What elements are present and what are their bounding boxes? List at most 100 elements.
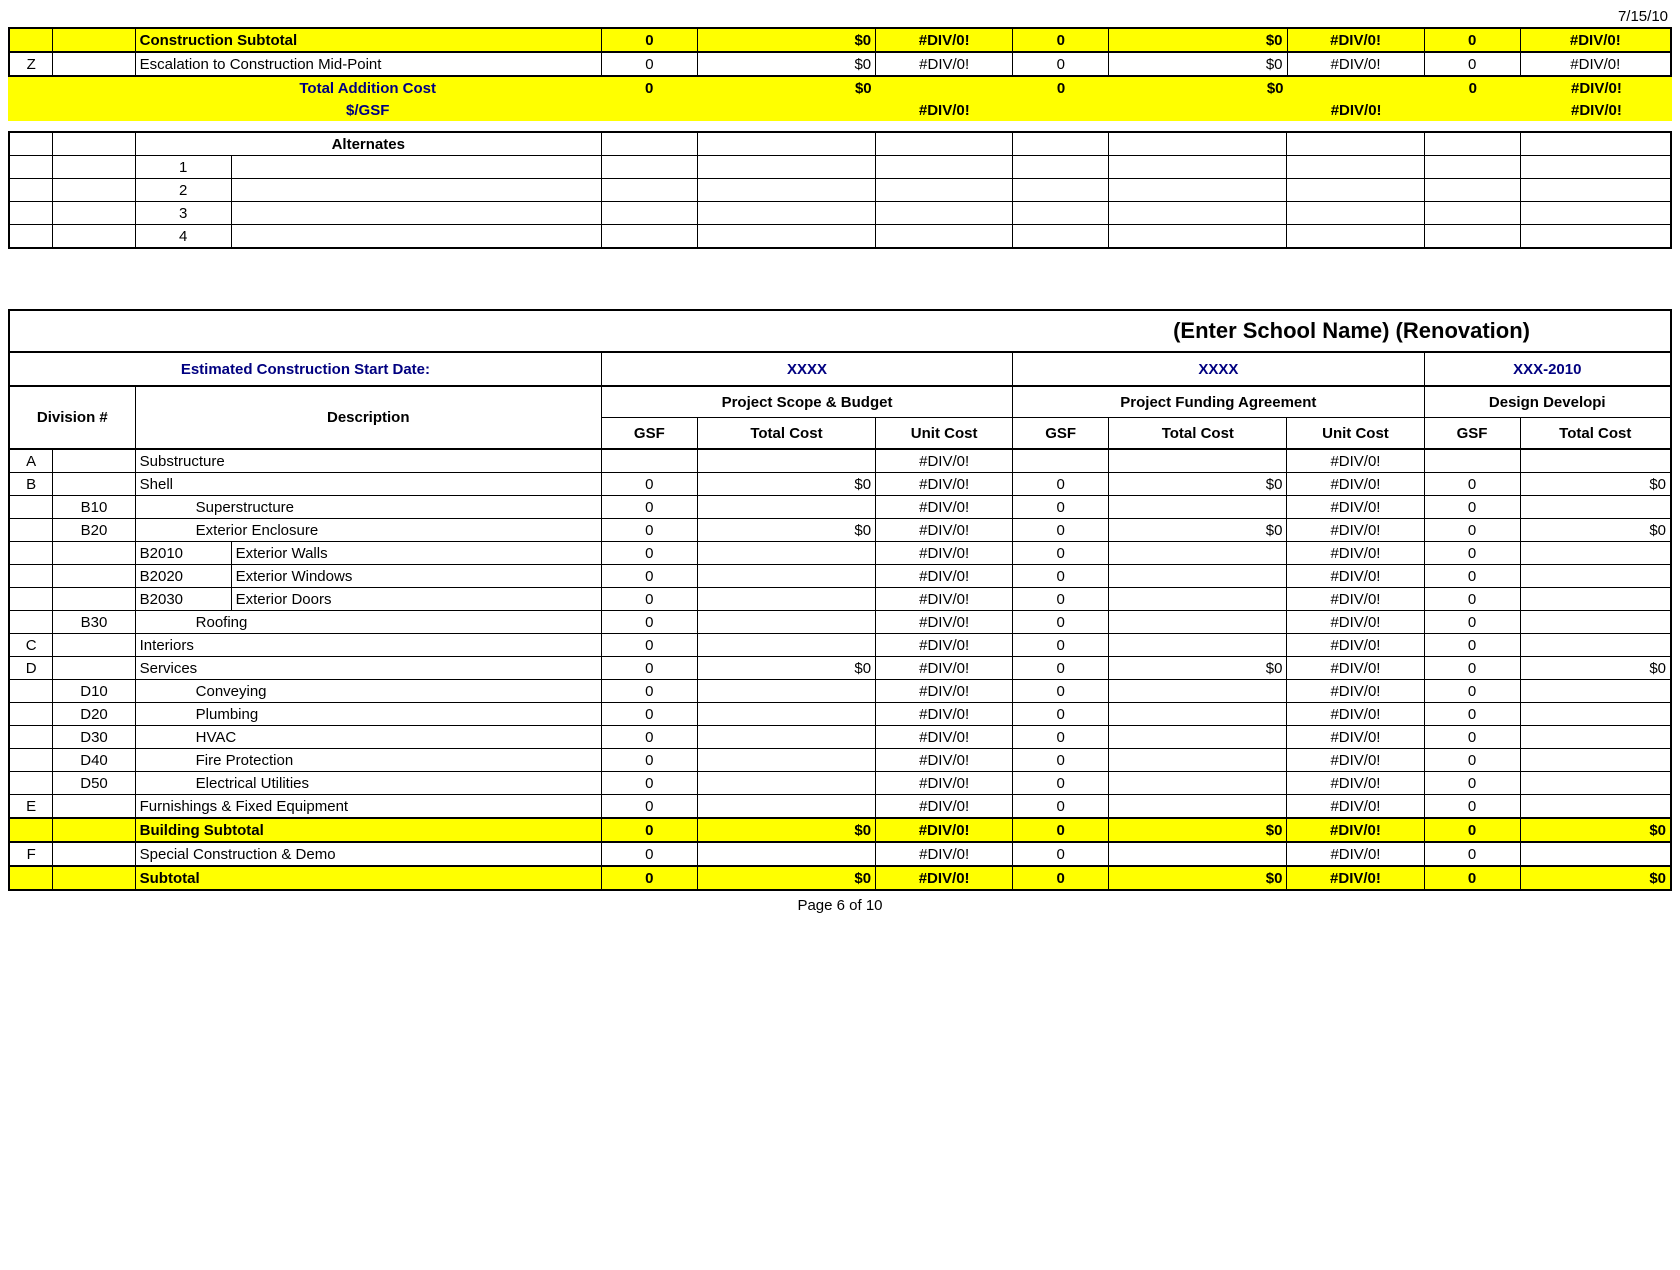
alternate-row: 1	[9, 156, 1671, 179]
st-7: $0	[1520, 866, 1671, 890]
top-subtotal-table: Construction Subtotal 0 $0 #DIV/0! 0 $0 …	[8, 27, 1672, 77]
special-code: F	[9, 842, 53, 866]
group-0: Project Scope & Budget	[601, 386, 1012, 418]
esc-v1: $0	[697, 52, 875, 76]
sp-0: 0	[601, 842, 697, 866]
date-2: XXX-2010	[1424, 352, 1671, 386]
table-row: B10Superstructure0#DIV/0!0#DIV/0!0	[9, 496, 1671, 519]
esc-v7: #DIV/0!	[1520, 52, 1671, 76]
table-row: B2010Exterior Walls0#DIV/0!0#DIV/0!0	[9, 542, 1671, 565]
table-row: DServices0$0#DIV/0!0$0#DIV/0!0$0	[9, 657, 1671, 680]
table-row: B2020Exterior Windows0#DIV/0!0#DIV/0!0	[9, 565, 1671, 588]
cs-v5: #DIV/0!	[1287, 28, 1424, 52]
special-label: Special Construction & Demo	[135, 842, 601, 866]
description-label: Description	[135, 386, 601, 449]
esc-v3: 0	[1013, 52, 1109, 76]
tac-v2: 0	[1013, 77, 1109, 99]
st-4: $0	[1109, 866, 1287, 890]
alternate-row: 2	[9, 179, 1671, 202]
table-row: D30HVAC0#DIV/0!0#DIV/0!0	[9, 726, 1671, 749]
table-row: EFurnishings & Fixed Equipment0#DIV/0!0#…	[9, 795, 1671, 819]
table-row: ASubstructure#DIV/0!#DIV/0!	[9, 449, 1671, 473]
sub-tc-0: Total Cost	[697, 418, 875, 450]
total-addition-table: Total Addition Cost 0 $0 0 $0 0 #DIV/0! …	[8, 77, 1672, 121]
sub-uc-0: Unit Cost	[876, 418, 1013, 450]
cs-v4: $0	[1109, 28, 1287, 52]
sub-gsf-1: GSF	[1013, 418, 1109, 450]
tac-v4: 0	[1425, 77, 1521, 99]
tac-v5: #DIV/0!	[1521, 77, 1672, 99]
division-label: Division #	[9, 386, 135, 449]
table-row: B30Roofing0#DIV/0!0#DIV/0!0	[9, 611, 1671, 634]
building-subtotal-label: Building Subtotal	[135, 818, 601, 842]
date-0: XXXX	[601, 352, 1012, 386]
esc-v2: #DIV/0!	[876, 52, 1013, 76]
group-1: Project Funding Agreement	[1013, 386, 1424, 418]
sub-tc-2: Total Cost	[1520, 418, 1671, 450]
alternates-table: Alternates 1234	[8, 131, 1672, 249]
sp-5: #DIV/0!	[1287, 842, 1424, 866]
sub-tc-1: Total Cost	[1109, 418, 1287, 450]
bs-2: #DIV/0!	[876, 818, 1013, 842]
tac-v1: $0	[697, 77, 875, 99]
pg-v0: #DIV/0!	[876, 99, 1013, 121]
alternate-row: 3	[9, 202, 1671, 225]
tac-v3: $0	[1109, 77, 1287, 99]
per-gsf-label: $/GSF	[134, 99, 601, 121]
st-1: $0	[697, 866, 875, 890]
date-top: 7/15/10	[8, 8, 1672, 25]
alternates-header: Alternates	[135, 132, 601, 156]
bs-6: 0	[1424, 818, 1520, 842]
table-row: D20Plumbing0#DIV/0!0#DIV/0!0	[9, 703, 1671, 726]
cs-v2: #DIV/0!	[876, 28, 1013, 52]
bs-0: 0	[601, 818, 697, 842]
group-2: Design Developi	[1424, 386, 1671, 418]
st-3: 0	[1013, 866, 1109, 890]
esc-code: Z	[9, 52, 53, 76]
bs-3: 0	[1013, 818, 1109, 842]
bs-5: #DIV/0!	[1287, 818, 1424, 842]
pg-v1: #DIV/0!	[1288, 99, 1425, 121]
cs-v1: $0	[697, 28, 875, 52]
cs-v0: 0	[601, 28, 697, 52]
cs-v7: #DIV/0!	[1520, 28, 1671, 52]
sub-gsf-0: GSF	[601, 418, 697, 450]
esc-v0: 0	[601, 52, 697, 76]
sp-1	[697, 842, 875, 866]
page-footer: Page 6 of 10	[8, 897, 1672, 914]
total-addition-label: Total Addition Cost	[134, 77, 601, 99]
sp-4	[1109, 842, 1287, 866]
alternate-row: 4	[9, 225, 1671, 249]
esc-v6: 0	[1424, 52, 1520, 76]
tac-v0: 0	[601, 77, 697, 99]
st-2: #DIV/0!	[876, 866, 1013, 890]
subtotal-label: Subtotal	[135, 866, 601, 890]
cs-v3: 0	[1013, 28, 1109, 52]
sub-gsf-2: GSF	[1424, 418, 1520, 450]
date-1: XXXX	[1013, 352, 1424, 386]
sp-3: 0	[1013, 842, 1109, 866]
esc-v4: $0	[1109, 52, 1287, 76]
sub-uc-1: Unit Cost	[1287, 418, 1424, 450]
st-0: 0	[601, 866, 697, 890]
table-row: B2030Exterior Doors0#DIV/0!0#DIV/0!0	[9, 588, 1671, 611]
table-row: D10Conveying0#DIV/0!0#DIV/0!0	[9, 680, 1671, 703]
bs-7: $0	[1520, 818, 1671, 842]
sp-2: #DIV/0!	[876, 842, 1013, 866]
st-5: #DIV/0!	[1287, 866, 1424, 890]
cs-v6: 0	[1424, 28, 1520, 52]
pg-v2: #DIV/0!	[1521, 99, 1672, 121]
lower-table: (Enter School Name) (Renovation) Estimat…	[8, 309, 1672, 891]
school-title: (Enter School Name) (Renovation)	[1173, 318, 1530, 343]
table-row: BShell0$0#DIV/0!0$0#DIV/0!0$0	[9, 473, 1671, 496]
sp-7	[1520, 842, 1671, 866]
bs-4: $0	[1109, 818, 1287, 842]
esc-v5: #DIV/0!	[1287, 52, 1424, 76]
sp-6: 0	[1424, 842, 1520, 866]
table-row: D40Fire Protection0#DIV/0!0#DIV/0!0	[9, 749, 1671, 772]
construction-subtotal-label: Construction Subtotal	[135, 28, 601, 52]
st-6: 0	[1424, 866, 1520, 890]
start-date-label: Estimated Construction Start Date:	[9, 352, 601, 386]
bs-1: $0	[697, 818, 875, 842]
table-row: B20Exterior Enclosure0$0#DIV/0!0$0#DIV/0…	[9, 519, 1671, 542]
